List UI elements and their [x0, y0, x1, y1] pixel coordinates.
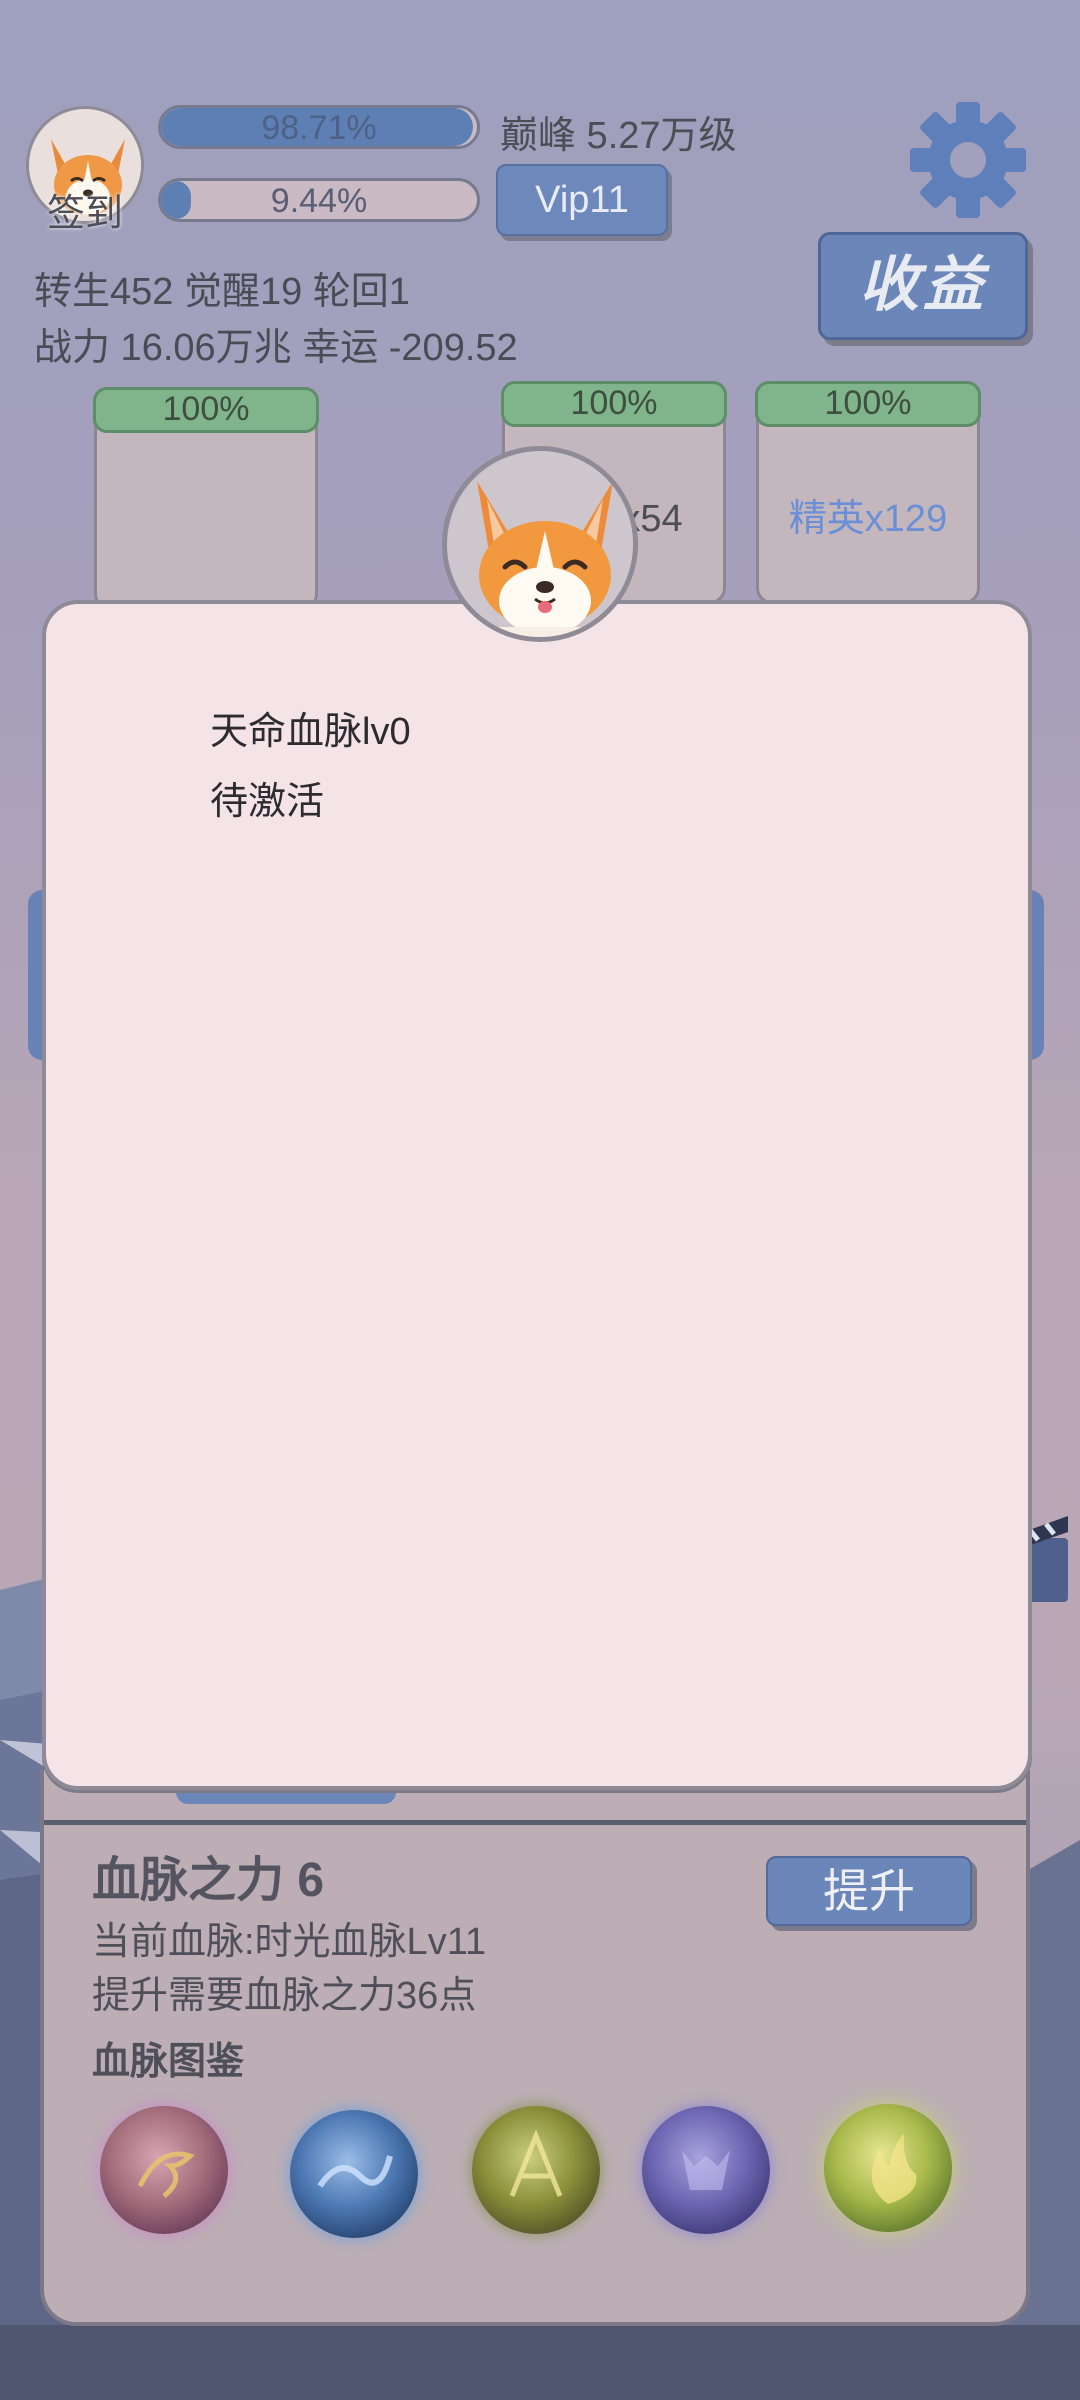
sub-progress-bar: 9.44%: [158, 178, 480, 222]
phoenix-orb-icon[interactable]: [472, 2106, 600, 2234]
exp-progress-text: 98.71%: [261, 109, 377, 147]
vip-button[interactable]: Vip11: [496, 164, 668, 236]
settings-gear-icon[interactable]: [908, 100, 1028, 220]
card-progress-pill: 100%: [755, 381, 981, 427]
dragon-orb-icon[interactable]: [100, 2106, 228, 2234]
stage-card-elite[interactable]: 100% 精英x129: [755, 381, 981, 604]
upgrade-button[interactable]: 提升: [766, 1856, 972, 1926]
card-progress-pill: 100%: [501, 381, 727, 427]
peak-level-text: 巅峰 5.27万级: [500, 115, 737, 157]
stats-line-power: 战力 16.06万兆 幸运 -209.52: [34, 327, 518, 369]
flame-orb-icon[interactable]: [824, 2104, 952, 2232]
stats-line-rebirth: 转生452 觉醒19 轮回1: [34, 271, 410, 313]
sub-progress-text: 9.44%: [270, 182, 368, 220]
bloodline-info-dialog[interactable]: [42, 600, 1032, 1790]
exp-progress-bar: 98.71%: [158, 105, 480, 149]
income-button[interactable]: 收益: [818, 232, 1028, 340]
current-bloodline-text: 当前血脉:时光血脉Lv11: [92, 1921, 487, 1963]
wave-orb-icon[interactable]: [290, 2110, 418, 2238]
corgi-mascot-icon: [442, 446, 638, 642]
destiny-bloodline-level: 天命血脉lv0: [210, 711, 411, 753]
panel-divider: [44, 1820, 1026, 1825]
bloodline-power-title: 血脉之力 6: [92, 1854, 325, 1907]
bloodline-album-label: 血脉图鉴: [92, 2041, 245, 2083]
activation-status: 待激活: [210, 781, 325, 823]
upgrade-requirement-text: 提升需要血脉之力36点: [92, 1975, 477, 2017]
card-label: 精英x129: [788, 498, 948, 540]
card-progress-pill: 100%: [93, 387, 319, 433]
sign-in-label[interactable]: 签到: [26, 182, 144, 237]
bottom-bar: [0, 2325, 1080, 2400]
demon-orb-icon[interactable]: [642, 2106, 770, 2234]
player-stats: 转生452 觉醒19 轮回1 战力 16.06万兆 幸运 -209.52: [34, 264, 518, 376]
stage-card-1[interactable]: 100%: [93, 387, 319, 610]
